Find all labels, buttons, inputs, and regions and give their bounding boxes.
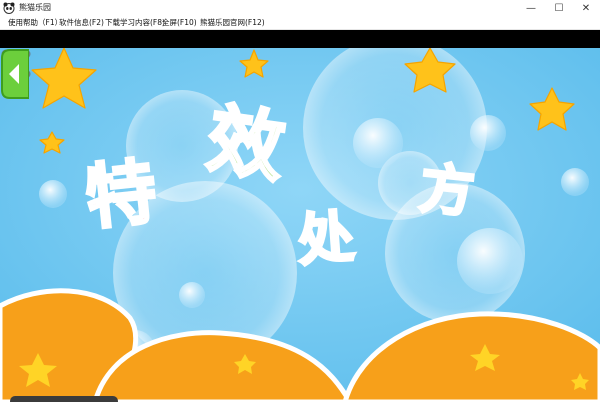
close-icon: ✕ [581,2,591,14]
small-bubble[interactable] [470,115,506,151]
panda-icon [3,2,15,14]
side-panel-tab[interactable] [0,48,29,100]
loading-indicator [10,396,118,402]
menu-fullscreen[interactable]: 全屏(F10) [162,16,197,30]
small-bubble[interactable] [353,118,403,168]
window-titlebar: 熊猫乐园 — ☐ ✕ [0,0,600,16]
small-bubble[interactable] [39,180,67,208]
char-te[interactable]: 特 [80,149,161,241]
maximize-button[interactable]: ☐ [545,0,573,16]
small-bubble[interactable] [457,228,523,294]
menu-download-content[interactable]: 下载学习内容(F8) [105,16,165,30]
char-fang[interactable]: 方 [415,155,478,226]
window-title: 熊猫乐园 [19,3,51,12]
top-black-bar [0,30,600,48]
maximize-icon: ☐ [554,2,564,14]
small-bubble[interactable] [179,282,205,308]
menu-official-site[interactable]: 熊猫乐园官网(F12) [200,16,265,30]
close-window-button[interactable]: ✕ [572,0,600,16]
menu-software-info[interactable]: 软件信息(F2) [59,16,104,30]
char-chu[interactable]: 处 [294,204,357,276]
minimize-icon: — [526,2,536,14]
menu-help[interactable]: 使用帮助（F1） [8,16,62,30]
game-stage[interactable]: 特 效 处 方 [0,48,600,402]
minimize-button[interactable]: — [517,0,545,16]
menu-bar: 使用帮助（F1） 软件信息(F2) 下载学习内容(F8) 全屏(F10) 熊猫乐… [0,16,600,30]
char-xiao[interactable]: 效 [201,93,292,195]
small-bubble[interactable] [561,168,589,196]
